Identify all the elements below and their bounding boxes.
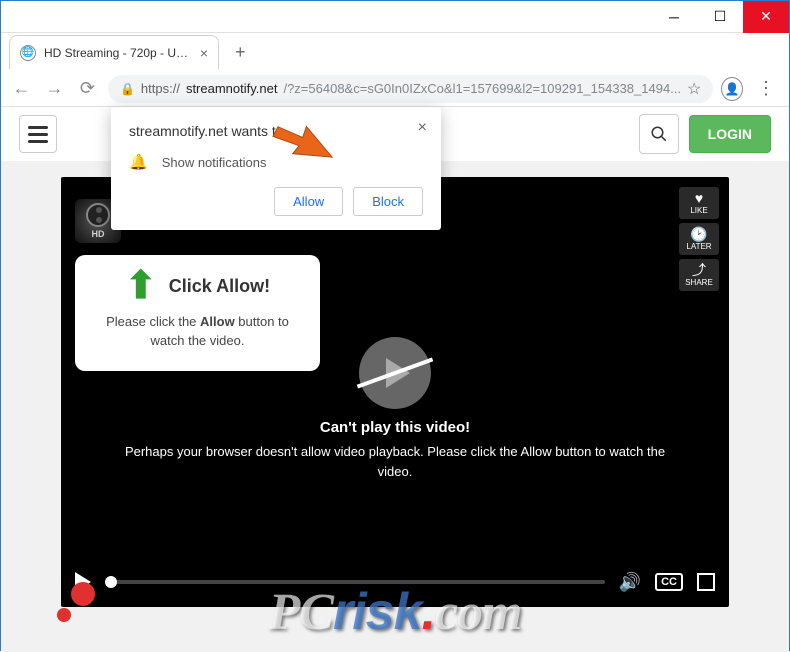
message-body: Perhaps your browser doesn't allow video… — [121, 442, 669, 481]
permission-label: Show notifications — [162, 155, 267, 170]
profile-icon[interactable]: 👤 — [721, 77, 743, 101]
address-bar[interactable]: 🔒 https:// streamnotify.net /?z=56408&c=sG… — [108, 75, 713, 103]
progress-bar[interactable] — [105, 580, 605, 584]
window-titlebar: ─ ☐ ✕ — [1, 1, 789, 33]
video-controls: 🔊 CC — [61, 557, 729, 607]
login-button[interactable]: LOGIN — [689, 115, 771, 153]
url-path: /?z=56408&c=sG0In0IZxCo&l1=157699&l2=109… — [283, 81, 681, 96]
fullscreen-button[interactable] — [697, 573, 715, 591]
like-button[interactable]: ♥LIKE — [679, 187, 719, 219]
allow-button[interactable]: Allow — [274, 187, 343, 216]
lock-icon: 🔒 — [120, 82, 135, 96]
later-button[interactable]: 🕑LATER — [679, 223, 719, 255]
close-window-button[interactable]: ✕ — [743, 1, 789, 33]
url-domain: streamnotify.net — [186, 81, 278, 96]
video-actions: ♥LIKE 🕑LATER ⤴SHARE — [679, 187, 719, 291]
play-blocked-icon[interactable] — [359, 337, 431, 409]
volume-button[interactable]: 🔊 — [619, 572, 641, 593]
video-message: Can't play this video! Perhaps your brow… — [61, 419, 729, 481]
video-player: wnloads ♥LIKE 🕑LATER ⤴SHARE HD ⬆ Click A… — [61, 177, 729, 607]
play-button[interactable] — [75, 572, 91, 592]
forward-button[interactable]: → — [42, 75, 67, 103]
watermark-dot — [57, 608, 71, 622]
globe-icon: 🌐 — [20, 45, 36, 61]
click-allow-popup: ⬆ Click Allow! Please click the Allow bu… — [75, 255, 320, 371]
back-button[interactable]: ← — [9, 75, 34, 103]
reload-button[interactable]: ⟳ — [75, 75, 100, 103]
tab-close-button[interactable]: × — [200, 45, 208, 61]
url-protocol: https:// — [141, 81, 180, 96]
browser-menu-button[interactable]: ⋮ — [751, 78, 781, 99]
allow-text: Please click the Allow button to watch t… — [91, 312, 304, 351]
clock-icon: 🕑 — [690, 227, 707, 241]
hamburger-menu-button[interactable] — [19, 115, 57, 153]
arrow-up-icon: ⬆ — [125, 273, 157, 300]
block-button[interactable]: Block — [353, 187, 423, 216]
share-icon: ⤴ — [692, 263, 706, 277]
bell-icon: 🔔 — [129, 153, 148, 171]
new-tab-button[interactable]: + — [227, 38, 254, 67]
share-button[interactable]: ⤴SHARE — [679, 259, 719, 291]
popup-close-button[interactable]: × — [418, 119, 427, 137]
search-icon — [650, 125, 668, 143]
heart-icon: ♥ — [695, 191, 703, 205]
browser-toolbar: ← → ⟳ 🔒 https:// streamnotify.net /?z=5640… — [1, 71, 789, 107]
browser-tab[interactable]: 🌐 HD Streaming - 720p - Unlimited × — [9, 35, 219, 69]
allow-heading: Click Allow! — [169, 276, 270, 297]
search-button[interactable] — [639, 114, 679, 154]
bookmark-star-icon[interactable]: ☆ — [687, 79, 701, 99]
film-reel-icon — [86, 203, 110, 227]
page-content: LOGIN × streamnotify.net wants to 🔔 Show… — [1, 107, 789, 652]
browser-tabbar: 🌐 HD Streaming - 720p - Unlimited × + — [1, 33, 789, 71]
tab-title: HD Streaming - 720p - Unlimited — [44, 46, 192, 60]
popup-title: streamnotify.net wants to — [129, 123, 423, 139]
notification-permission-popup: × streamnotify.net wants to 🔔 Show notif… — [111, 107, 441, 230]
cc-button[interactable]: CC — [655, 573, 683, 591]
maximize-button[interactable]: ☐ — [697, 1, 743, 33]
minimize-button[interactable]: ─ — [651, 1, 697, 33]
message-title: Can't play this video! — [121, 419, 669, 436]
